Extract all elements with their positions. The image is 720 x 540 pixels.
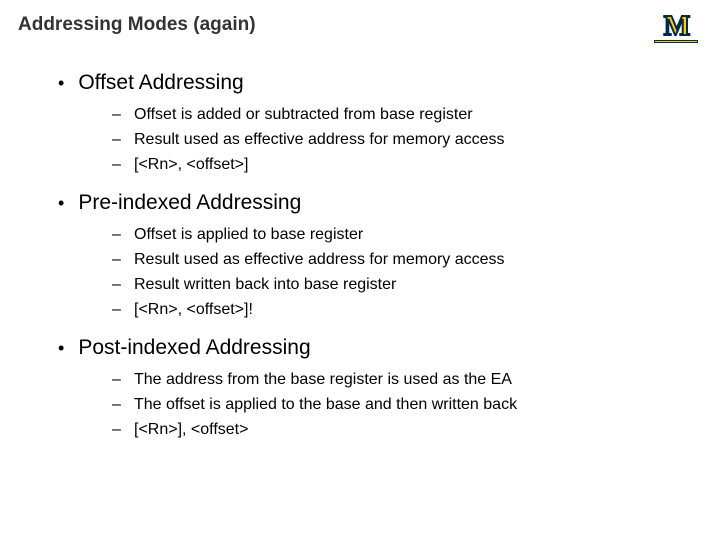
list-item: –Offset is added or subtracted from base… [112,103,680,127]
dash-icon: – [112,393,122,417]
item-text: Result used as effective address for mem… [134,128,505,152]
list-item: –Offset is applied to base register [112,223,680,247]
section-offset-addressing: • Offset Addressing –Offset is added or … [58,71,680,177]
bullet-icon: • [58,74,64,92]
bullet-icon: • [58,339,64,357]
dash-icon: – [112,368,122,392]
dash-icon: – [112,248,122,272]
sub-list: –The address from the base register is u… [58,368,680,442]
section-head: • Post-indexed Addressing [58,336,680,360]
item-text: Offset is applied to base register [134,223,363,247]
list-item: –Result written back into base register [112,273,680,297]
item-text: Offset is added or subtracted from base … [134,103,473,127]
dash-icon: – [112,128,122,152]
item-text: [<Rn>, <offset>] [134,153,248,177]
dash-icon: – [112,153,122,177]
section-preindexed-addressing: • Pre-indexed Addressing –Offset is appl… [58,191,680,322]
michigan-logo: M [654,14,698,43]
sub-list: –Offset is applied to base register –Res… [58,223,680,322]
sub-list: –Offset is added or subtracted from base… [58,103,680,177]
dash-icon: – [112,103,122,127]
item-text: [<Rn>], <offset> [134,418,248,442]
section-head: • Offset Addressing [58,71,680,95]
dash-icon: – [112,298,122,322]
dash-icon: – [112,273,122,297]
logo-underline-icon [654,40,698,43]
section-heading: Pre-indexed Addressing [78,191,301,215]
item-text: Result used as effective address for mem… [134,248,505,272]
item-text: Result written back into base register [134,273,396,297]
list-item: –The offset is applied to the base and t… [112,393,680,417]
list-item: –[<Rn>], <offset> [112,418,680,442]
dash-icon: – [112,418,122,442]
list-item: –[<Rn>, <offset>] [112,153,680,177]
item-text: The offset is applied to the base and th… [134,393,517,417]
dash-icon: – [112,223,122,247]
section-heading: Post-indexed Addressing [78,336,310,360]
logo-letter-m-icon: M [664,14,688,39]
section-head: • Pre-indexed Addressing [58,191,680,215]
list-item: –Result used as effective address for me… [112,128,680,152]
item-text: The address from the base register is us… [134,368,512,392]
list-item: –[<Rn>, <offset>]! [112,298,680,322]
slide-header: Addressing Modes (again) M [0,0,720,43]
section-heading: Offset Addressing [78,71,243,95]
slide-title: Addressing Modes (again) [18,14,256,36]
list-item: –Result used as effective address for me… [112,248,680,272]
bullet-icon: • [58,194,64,212]
section-postindexed-addressing: • Post-indexed Addressing –The address f… [58,336,680,442]
item-text: [<Rn>, <offset>]! [134,298,253,322]
list-item: –The address from the base register is u… [112,368,680,392]
slide-content: • Offset Addressing –Offset is added or … [0,43,720,442]
